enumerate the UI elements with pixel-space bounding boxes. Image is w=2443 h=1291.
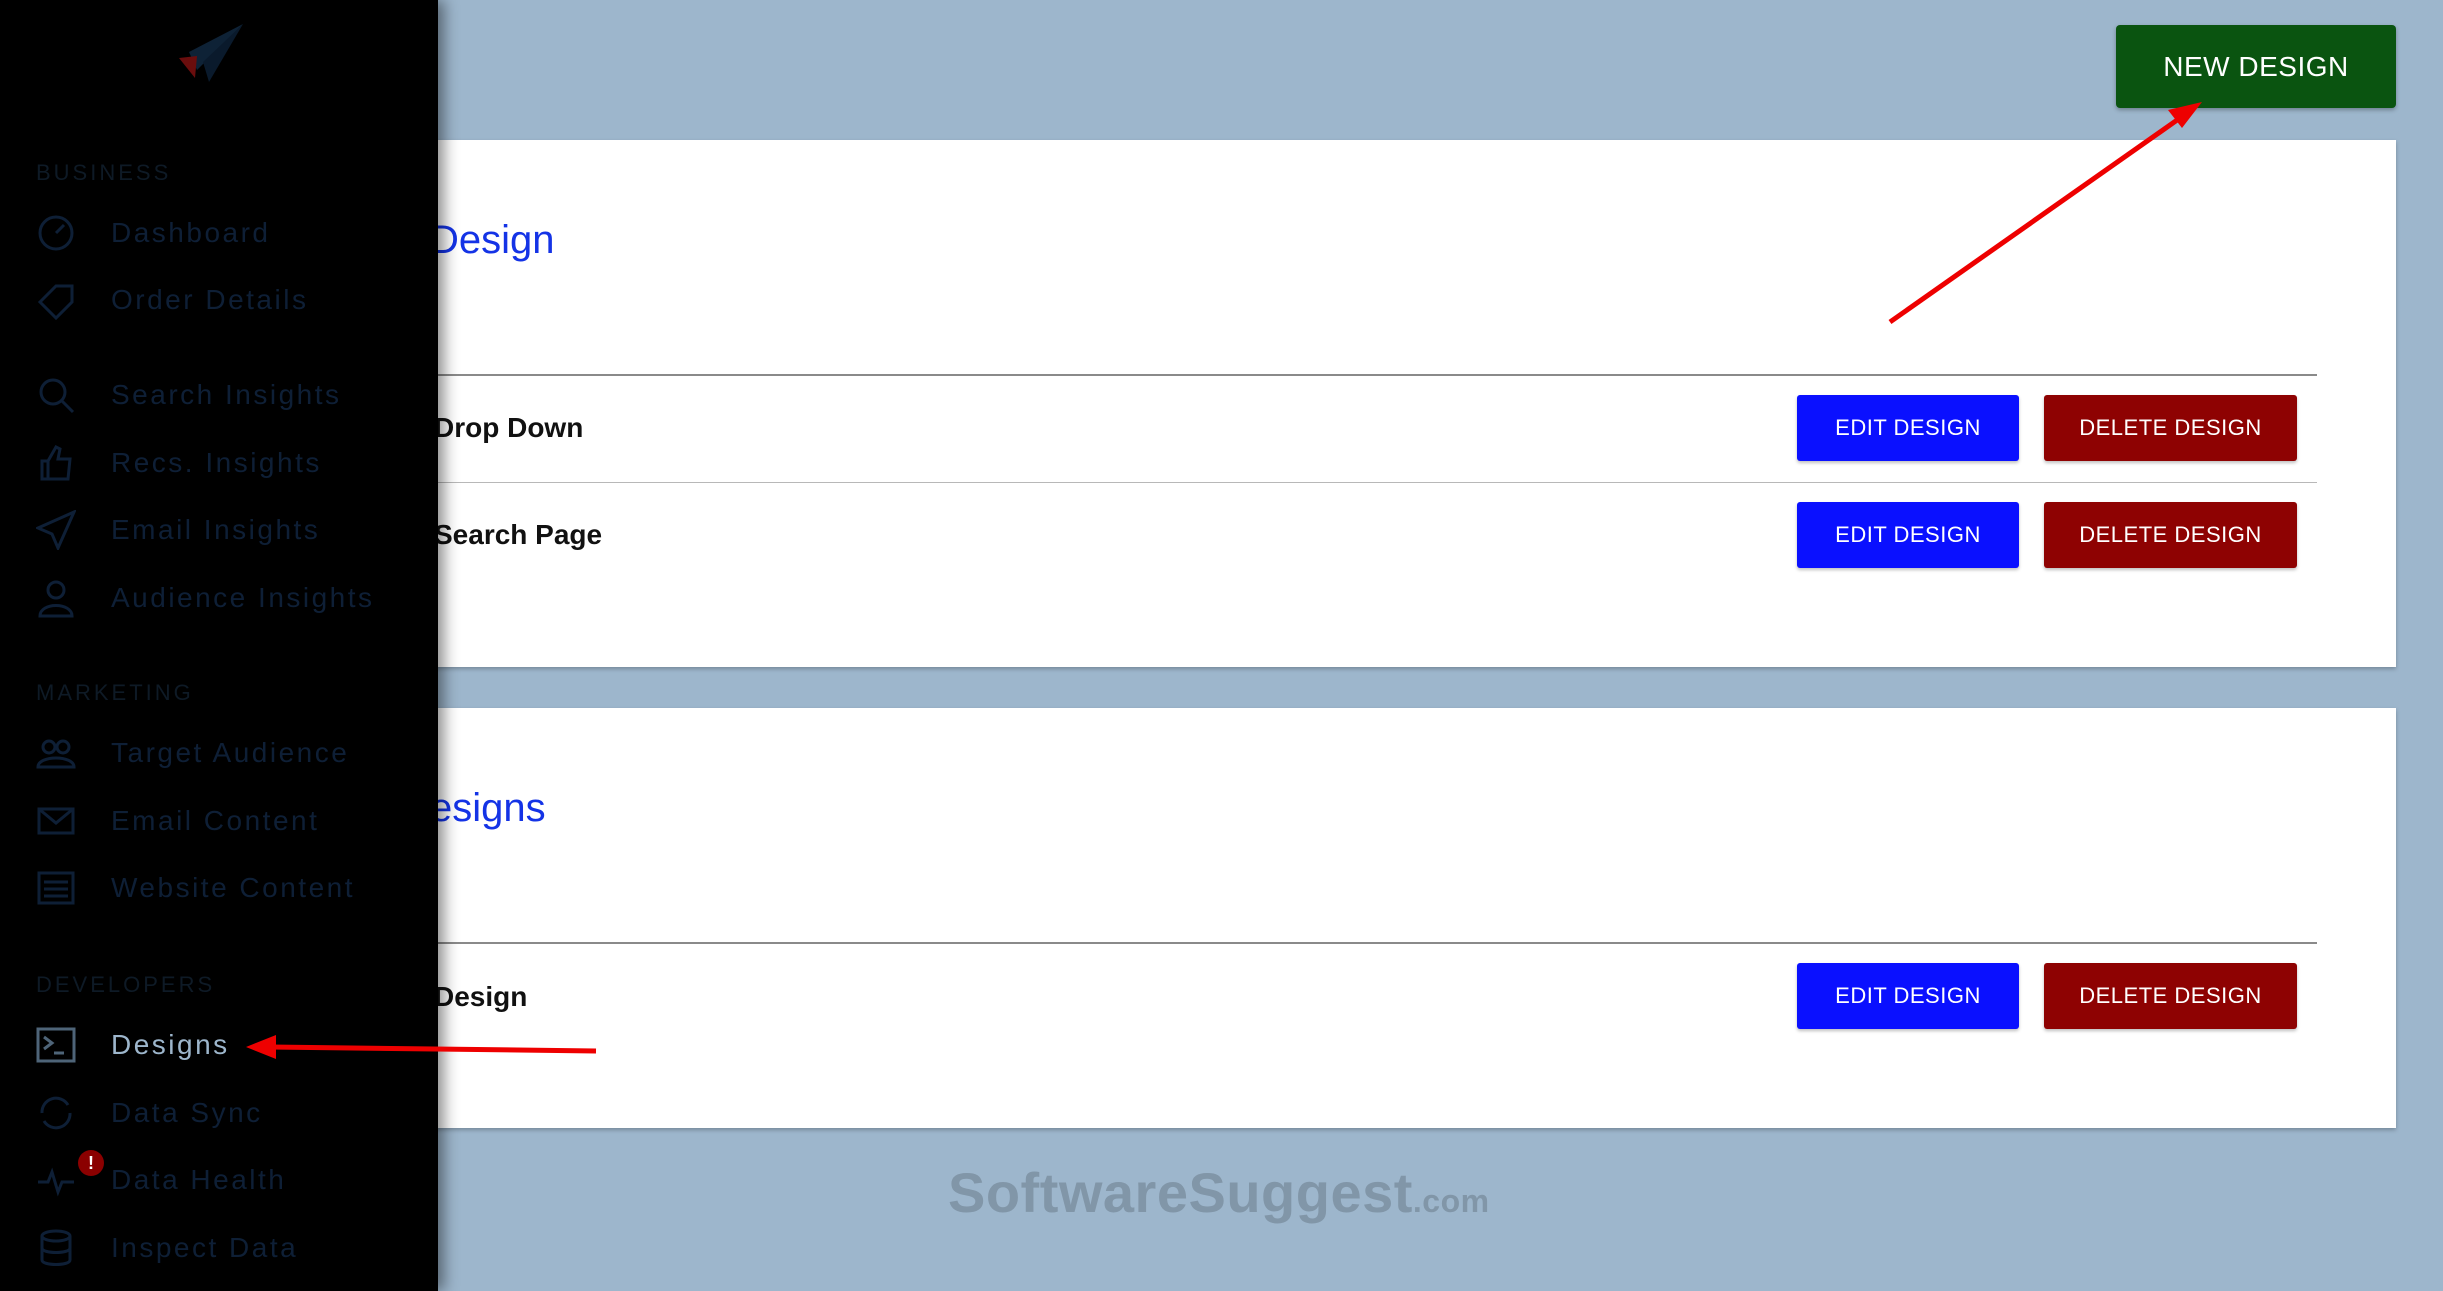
design-name: Design <box>434 981 528 1012</box>
section-label-business: BUSINESS <box>36 160 172 185</box>
edit-design-button[interactable]: EDIT DESIGN <box>1797 963 2019 1029</box>
watermark-tld: .com <box>1412 1183 1490 1219</box>
sidebar-item-search-insights[interactable]: Search Insights <box>36 370 426 420</box>
sidebar-item-audience-insights[interactable]: Audience Insights <box>36 573 426 623</box>
terminal-icon <box>36 1027 76 1063</box>
sidebar: BUSINESS Dashboard Order Details Search … <box>0 0 438 1291</box>
delete-design-button[interactable]: DELETE DESIGN <box>2044 502 2297 568</box>
sidebar-item-data-sync[interactable]: Data Sync <box>36 1088 426 1138</box>
tag-icon <box>37 284 74 320</box>
sidebar-item-inspect-data[interactable]: Inspect Data <box>36 1223 426 1273</box>
sidebar-item-recs-insights[interactable]: Recs. Insights <box>36 438 426 488</box>
user-icon <box>38 580 74 618</box>
sidebar-item-label: Search Insights <box>111 379 342 410</box>
delete-design-button[interactable]: DELETE DESIGN <box>2044 963 2297 1029</box>
dashboard-icon <box>38 215 74 251</box>
sidebar-item-label: Dashboard <box>111 217 271 248</box>
search-icon <box>39 378 75 414</box>
alert-badge: ! <box>78 1150 104 1176</box>
divider <box>360 482 2317 483</box>
users-icon <box>36 739 76 769</box>
sidebar-item-label: Website Content <box>111 872 355 903</box>
sidebar-item-designs[interactable]: Designs <box>36 1020 426 1070</box>
sidebar-item-order-details[interactable]: Order Details <box>36 275 426 325</box>
edit-design-button[interactable]: EDIT DESIGN <box>1797 502 2019 568</box>
sidebar-item-dashboard[interactable]: Dashboard <box>36 208 426 258</box>
sidebar-item-target-audience[interactable]: Target Audience <box>36 728 426 778</box>
edit-design-button[interactable]: EDIT DESIGN <box>1797 395 2019 461</box>
design-name: Drop Down <box>434 412 584 443</box>
sidebar-item-email-insights[interactable]: Email Insights <box>36 505 426 555</box>
database-icon <box>40 1229 72 1266</box>
design-name: Search Page <box>434 519 603 550</box>
heartbeat-icon <box>38 1167 74 1197</box>
sidebar-item-email-content[interactable]: Email Content <box>36 796 426 846</box>
designs-card: Design Drop Down EDIT DESIGN DELETE DESI… <box>360 140 2396 667</box>
envelope-icon <box>37 807 75 835</box>
divider <box>360 942 2317 944</box>
section-label-developers: DEVELOPERS <box>36 972 216 997</box>
thumbs-up-icon <box>40 445 72 481</box>
section-label-marketing: MARKETING <box>36 680 194 705</box>
sync-icon <box>40 1096 72 1130</box>
sidebar-item-label: Inspect Data <box>111 1232 299 1263</box>
logo-icon <box>179 24 243 82</box>
designs-card: esigns Design EDIT DESIGN DELETE DESIGN <box>360 708 2396 1128</box>
sidebar-item-label: Email Content <box>111 805 320 836</box>
divider <box>360 374 2317 376</box>
sidebar-item-label: Order Details <box>111 284 309 315</box>
sidebar-item-label: Data Health <box>111 1164 287 1195</box>
watermark-text: SoftwareSuggest <box>948 1161 1413 1224</box>
delete-design-button[interactable]: DELETE DESIGN <box>2044 395 2297 461</box>
sidebar-item-label: Target Audience <box>111 737 350 768</box>
new-design-button[interactable]: NEW DESIGN <box>2116 25 2396 108</box>
sidebar-item-label: Email Insights <box>111 514 321 545</box>
sidebar-item-label: Designs <box>111 1029 230 1060</box>
paper-plane-icon <box>36 510 76 550</box>
sidebar-item-website-content[interactable]: Website Content <box>36 863 426 913</box>
sidebar-item-label: Audience Insights <box>111 582 375 613</box>
card-title: esigns <box>430 786 546 830</box>
watermark: SoftwareSuggest.com <box>948 1160 1490 1225</box>
sidebar-item-label: Recs. Insights <box>111 447 322 478</box>
list-icon <box>37 871 75 905</box>
card-title: Design <box>430 218 555 262</box>
sidebar-item-label: Data Sync <box>111 1097 263 1128</box>
